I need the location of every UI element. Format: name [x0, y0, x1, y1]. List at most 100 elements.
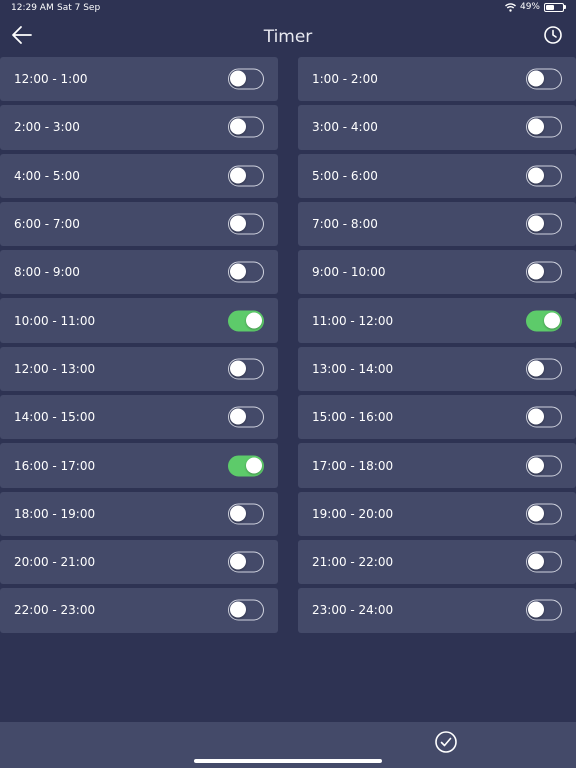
- timer-slot-label: 12:00 - 13:00: [14, 361, 96, 376]
- toggle-knob: [528, 505, 544, 522]
- timer-slot-label: 7:00 - 8:00: [312, 217, 378, 232]
- header: Timer: [0, 18, 576, 54]
- timer-slot-toggle[interactable]: [526, 551, 562, 573]
- toggle-knob: [230, 601, 246, 618]
- timer-slot-label: 3:00 - 4:00: [312, 120, 378, 135]
- timer-slot-label: 1:00 - 2:00: [312, 72, 378, 87]
- timer-slot-toggle[interactable]: [526, 455, 562, 477]
- toggle-knob: [230, 408, 246, 425]
- timer-slot-row: 22:00 - 23:00: [0, 588, 278, 633]
- timer-slot-row: 13:00 - 14:00: [298, 346, 576, 392]
- timer-slot-row: 7:00 - 8:00: [298, 201, 576, 247]
- timer-slot-label: 13:00 - 14:00: [312, 361, 394, 376]
- toggle-knob: [528, 601, 544, 618]
- toggle-knob: [230, 215, 246, 232]
- toggle-knob: [230, 263, 246, 280]
- timer-slot-toggle[interactable]: [228, 455, 264, 477]
- battery-icon: [544, 2, 566, 12]
- toggle-knob: [230, 70, 246, 87]
- timer-slot-row: 17:00 - 18:00: [298, 443, 576, 488]
- timer-slot-label: 21:00 - 22:00: [312, 555, 394, 570]
- timer-slot-toggle[interactable]: [526, 213, 562, 235]
- timer-slot-row: 2:00 - 3:00: [0, 105, 278, 150]
- timer-slot-row: 8:00 - 9:00: [0, 250, 278, 295]
- timer-slot-row: 16:00 - 17:00: [0, 443, 278, 488]
- status-bar: 12:29 AM Sat 7 Sep 49%: [0, 0, 576, 16]
- timer-slot-row: 20:00 - 21:00: [0, 539, 278, 585]
- toggle-knob: [528, 553, 544, 570]
- timer-slot-label: 11:00 - 12:00: [312, 313, 394, 328]
- timer-slot-label: 23:00 - 24:00: [312, 603, 394, 618]
- timer-slot-label: 2:00 - 3:00: [14, 120, 80, 135]
- battery-fill: [546, 4, 554, 10]
- timer-slot-toggle[interactable]: [526, 406, 562, 428]
- timer-slot-toggle[interactable]: [228, 213, 264, 235]
- timer-slot-row: 12:00 - 1:00: [0, 57, 278, 102]
- battery-percent: 49%: [519, 2, 540, 12]
- home-indicator[interactable]: [194, 759, 382, 763]
- timer-slot-toggle[interactable]: [526, 358, 562, 380]
- toggle-knob: [528, 167, 544, 184]
- timer-slot-label: 14:00 - 15:00: [14, 410, 96, 425]
- timer-slot-toggle[interactable]: [526, 261, 562, 283]
- toggle-knob: [528, 408, 544, 425]
- history-button[interactable]: [542, 24, 564, 46]
- timer-slot-label: 19:00 - 20:00: [312, 506, 394, 521]
- confirm-button[interactable]: [434, 730, 458, 754]
- timer-slot-label: 12:00 - 1:00: [14, 72, 88, 87]
- timer-slot-toggle[interactable]: [228, 68, 264, 90]
- timer-slot-row: 12:00 - 13:00: [0, 346, 278, 392]
- timer-slot-label: 8:00 - 9:00: [14, 265, 80, 280]
- status-time: 12:29 AM: [11, 3, 54, 13]
- timer-slot-toggle[interactable]: [228, 406, 264, 428]
- timer-slot-toggle[interactable]: [526, 116, 562, 138]
- timer-slot-toggle[interactable]: [228, 261, 264, 283]
- timer-slot-toggle[interactable]: [228, 165, 264, 187]
- timer-slot-label: 6:00 - 7:00: [14, 217, 80, 232]
- battery-tip: [564, 5, 566, 9]
- timer-slot-row: 21:00 - 22:00: [298, 539, 576, 585]
- timer-slot-row: 1:00 - 2:00: [298, 57, 576, 102]
- toggle-knob: [544, 312, 560, 329]
- timer-slot-toggle[interactable]: [526, 503, 562, 525]
- timer-slot-label: 9:00 - 10:00: [312, 265, 386, 280]
- toggle-knob: [246, 457, 262, 474]
- timer-slot-toggle[interactable]: [526, 599, 562, 621]
- toggle-knob: [528, 457, 544, 474]
- page-title: Timer: [263, 27, 313, 47]
- checkmark-circle-icon: [435, 731, 457, 753]
- timer-slot-toggle[interactable]: [526, 165, 562, 187]
- toggle-knob: [528, 360, 544, 377]
- timer-slot-row: 10:00 - 11:00: [0, 298, 278, 343]
- toggle-knob: [230, 167, 246, 184]
- toggle-knob: [528, 215, 544, 232]
- clock-icon: [544, 26, 562, 44]
- toggle-knob: [528, 263, 544, 280]
- timer-slot-row: 15:00 - 16:00: [298, 395, 576, 440]
- timer-slot-label: 4:00 - 5:00: [14, 168, 80, 183]
- status-right: 49%: [504, 2, 566, 12]
- timer-slot-row: 11:00 - 12:00: [298, 298, 576, 343]
- timer-slot-toggle[interactable]: [228, 503, 264, 525]
- timer-slot-toggle[interactable]: [228, 310, 264, 332]
- timer-slot-toggle[interactable]: [228, 599, 264, 621]
- battery-body: [544, 2, 564, 12]
- timer-slot-toggle[interactable]: [228, 116, 264, 138]
- toggle-knob: [528, 70, 544, 87]
- timer-slot-label: 10:00 - 11:00: [14, 313, 96, 328]
- toggle-knob: [230, 118, 246, 135]
- timer-slot-label: 5:00 - 6:00: [312, 168, 378, 183]
- timer-slot-toggle[interactable]: [228, 358, 264, 380]
- timer-slot-label: 16:00 - 17:00: [14, 458, 96, 473]
- timer-slot-toggle[interactable]: [228, 551, 264, 573]
- toggle-knob: [230, 505, 246, 522]
- timer-slot-label: 18:00 - 19:00: [14, 506, 96, 521]
- timer-slot-row: 4:00 - 5:00: [0, 153, 278, 198]
- timer-slot-row: 6:00 - 7:00: [0, 201, 278, 247]
- timer-slot-row: 18:00 - 19:00: [0, 491, 278, 536]
- timer-slot-toggle[interactable]: [526, 310, 562, 332]
- timer-slot-row: 19:00 - 20:00: [298, 491, 576, 536]
- status-date: Sat 7 Sep: [57, 3, 101, 13]
- timer-slot-toggle[interactable]: [526, 68, 562, 90]
- timer-slot-label: 15:00 - 16:00: [312, 410, 394, 425]
